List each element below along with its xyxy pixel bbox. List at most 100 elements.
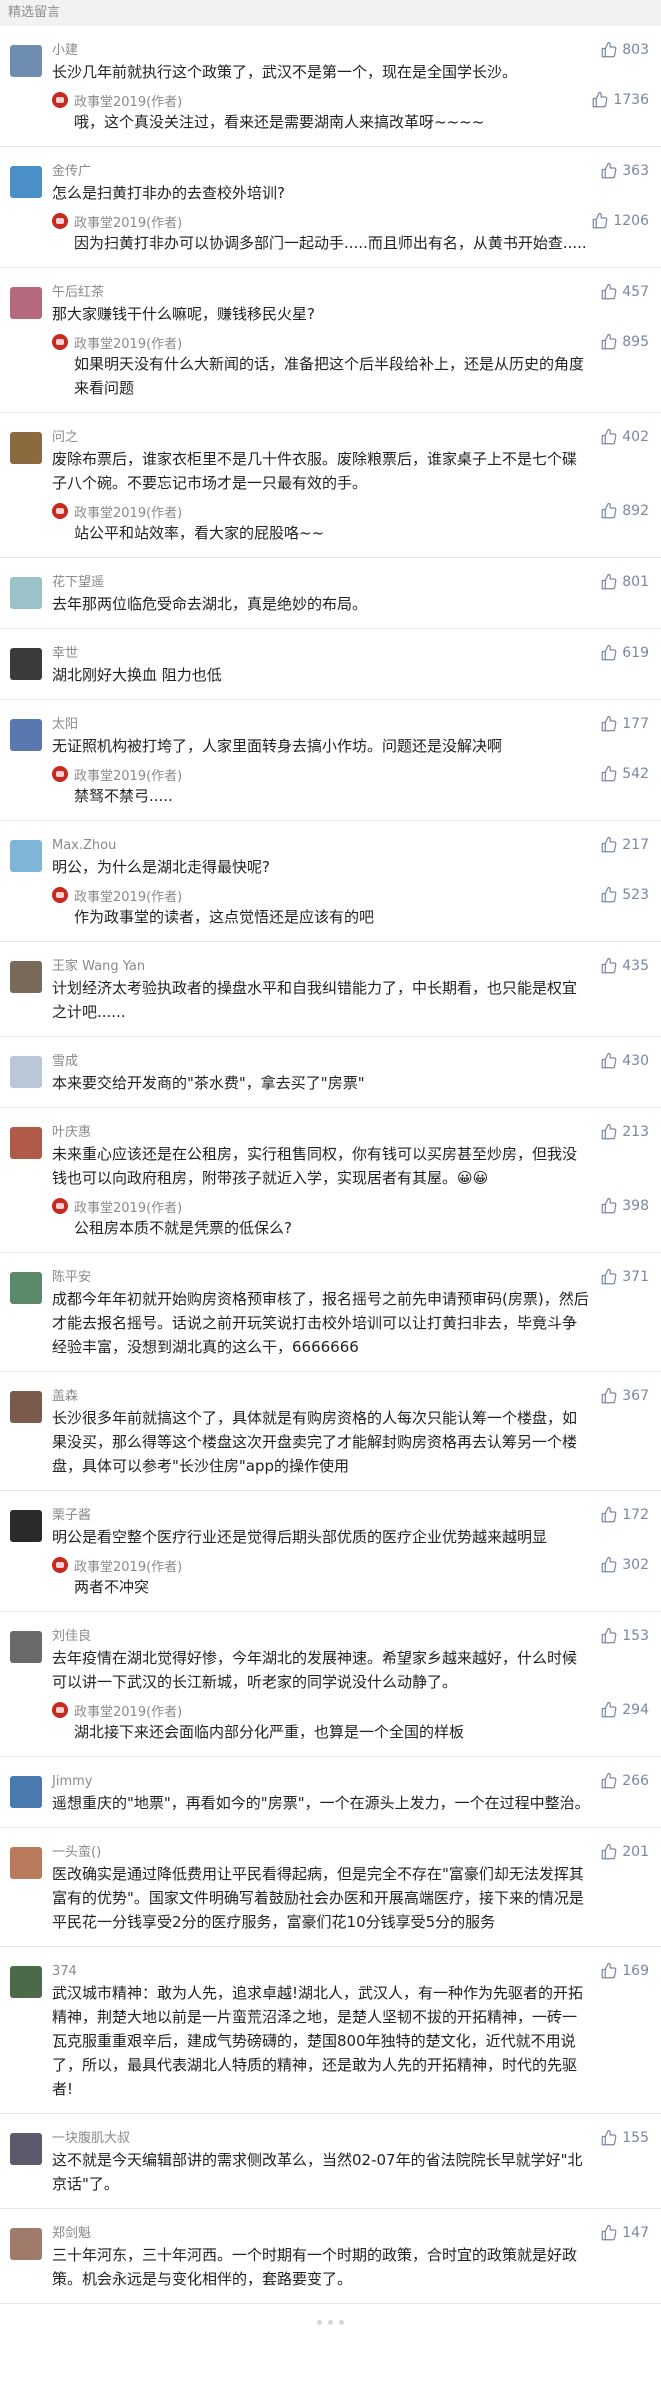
avatar[interactable] [10,45,42,77]
avatar[interactable] [10,961,42,993]
comment-item: 刘佳良 去年疫情在湖北觉得好惨，今年湖北的发展神速。希望家乡越来越好，什么时候可以… [0,1612,661,1757]
avatar[interactable] [10,2228,42,2260]
avatar[interactable] [10,1776,42,1808]
reply-like-button[interactable]: 1206 [591,211,649,231]
author-badge-icon [52,92,68,108]
avatar[interactable] [10,1272,42,1304]
avatar[interactable] [10,1847,42,1879]
comment-body: 小建 长沙几年前就执行这个政策了，武汉不是第一个，现在是全国学长沙。 政事堂2019… [52,42,651,134]
like-button[interactable]: 457 [600,282,649,302]
comment-nickname: 王家 Wang Yan [52,959,146,974]
avatar[interactable] [10,1056,42,1088]
comment-nickname: 小建 [52,43,79,58]
comment-content: 未来重心应该还是在公租房，实行租售同权，你有钱可以买房甚至炒房，但我没钱也可以向… [52,1145,578,1187]
thumb-up-icon [600,1052,622,1070]
reply-like-count: 1736 [613,92,649,108]
reply-like-button[interactable]: 398 [600,1196,649,1216]
reply-like-button[interactable]: 302 [600,1555,649,1575]
avatar[interactable] [10,577,42,609]
avatar[interactable] [10,648,42,680]
like-button[interactable]: 177 [600,714,649,734]
thumb-up-icon [600,502,622,520]
like-count: 430 [622,1053,649,1069]
like-button[interactable]: 402 [600,427,649,447]
like-button[interactable]: 367 [600,1386,649,1406]
author-reply-content: 哦，这个真没关注过，看来还是需要湖南人来搞改革呀~~~~ [74,113,485,131]
like-count: 457 [622,284,649,300]
author-reply-head: 政事堂2019(作者) [52,885,651,905]
comment-item: 太阳无证照机构被打垮了，人家里面转身去搞小作坊。问题还是没解决啊政事堂2019(… [0,700,661,821]
like-button[interactable]: 801 [600,572,649,592]
comment-body: 太阳无证照机构被打垮了，人家里面转身去搞小作坊。问题还是没解决啊政事堂2019(… [52,716,651,808]
comment-content: 无证照机构被打垮了，人家里面转身去搞小作坊。问题还是没解决啊 [52,737,503,755]
like-button[interactable]: 172 [600,1505,649,1525]
like-button[interactable]: 155 [600,2128,649,2148]
reply-like-button[interactable]: 895 [600,332,649,352]
like-button[interactable]: 371 [600,1267,649,1287]
like-button[interactable]: 217 [600,835,649,855]
avatar[interactable] [10,1510,42,1542]
reply-like-button[interactable]: 1736 [591,90,649,110]
like-button[interactable]: 201 [600,1842,649,1862]
author-reply-content: 因为扫黄打非办可以协调多部门一起动手.....而且师出有名，从黄书开始查....… [74,234,587,252]
comment-content: 成都今年年初就开始购房资格预审核了，报名摇号之前先申请预审码(房票)，然后才能去… [52,1290,589,1356]
pager-dot [317,2319,322,2325]
like-button[interactable]: 363 [600,161,649,181]
like-button[interactable]: 169 [600,1961,649,1981]
avatar[interactable] [10,2133,42,2165]
like-button[interactable]: 213 [600,1122,649,1142]
comment-content: 怎么是扫黄打非办的去查校外培训? [52,184,285,202]
thumb-up-icon [600,2129,622,2147]
author-name: 政事堂2019(作者) [74,94,183,110]
comment-content: 这不就是今天编辑部讲的需求侧改革么，当然02-07年的省法院院长早就学好"北京话… [52,2151,583,2193]
comment-body: 问之 废除布票后，谁家衣柜里不是几十件衣服。废除粮票后，谁家桌子上不是七个碟子八个… [52,429,651,545]
avatar[interactable] [10,432,42,464]
reply-like-button[interactable]: 542 [600,764,649,784]
avatar[interactable] [10,166,42,198]
like-count: 803 [622,42,649,58]
section-header: 精选留言 [0,0,661,26]
avatar[interactable] [10,719,42,751]
comment-body: 374 武汉城市精神：敢为人先，追求卓越!湖北人，武汉人，有一种作为先驱者的开拓精… [52,1963,651,2101]
avatar[interactable] [10,1631,42,1663]
like-count: 153 [622,1628,649,1644]
avatar[interactable] [10,840,42,872]
thumb-up-icon [600,428,622,446]
author-badge-icon [52,213,68,229]
author-reply-head: 政事堂2019(作者) [52,1700,651,1720]
like-count: 177 [622,716,649,732]
author-reply-head: 政事堂2019(作者) [52,764,651,784]
avatar[interactable] [10,1966,42,1998]
like-count: 402 [622,429,649,445]
like-button[interactable]: 147 [600,2223,649,2243]
author-reply-content: 禁驽不禁弓..... [74,787,173,805]
comment-body: 一头蛮() 医改确实是通过降低费用让平民看得起病，但是完全不存在"富豪们却无法发挥… [52,1844,651,1934]
thumb-up-icon [591,91,613,109]
reply-like-count: 294 [622,1702,649,1718]
reply-like-button[interactable]: 892 [600,501,649,521]
like-button[interactable]: 153 [600,1626,649,1646]
like-button[interactable]: 430 [600,1051,649,1071]
like-button[interactable]: 435 [600,956,649,976]
comment-body: 栗子酱 明公是看空整个医疗行业还是觉得后期头部优质的医疗企业优势越来越明显 政事堂2… [52,1507,651,1599]
avatar[interactable] [10,1391,42,1423]
like-count: 217 [622,837,649,853]
thumb-up-icon [600,715,622,733]
reply-like-button[interactable]: 294 [600,1700,649,1720]
comment-body: 午后红茶 那大家赚钱干什么嘛呢，赚钱移民火星? 政事堂2019(作者) 如果明天没有什… [52,284,651,400]
comment-body: 叶庆惠 未来重心应该还是在公租房，实行租售同权，你有钱可以买房甚至炒房，但我没钱也… [52,1124,651,1240]
like-button[interactable]: 803 [600,40,649,60]
like-button[interactable]: 619 [600,643,649,663]
author-name: 政事堂2019(作者) [74,215,183,231]
reply-like-button[interactable]: 523 [600,885,649,905]
thumb-up-icon [600,333,622,351]
comment-content: 明公是看空整个医疗行业还是觉得后期头部优质的医疗企业优势越来越明显 [52,1528,548,1546]
author-name: 政事堂2019(作者) [74,768,183,784]
avatar[interactable] [10,1127,42,1159]
author-reply-content: 公租房本质不就是凭票的低保么? [74,1219,292,1237]
like-button[interactable]: 266 [600,1771,649,1791]
comment-item: 王家 Wang Yan 计划经济太考验执政者的操盘水平和自我纠错能力了，中长期看，… [0,942,661,1037]
avatar[interactable] [10,287,42,319]
comment-nickname: 太阳 [52,717,79,732]
thumb-up-icon [591,212,613,230]
